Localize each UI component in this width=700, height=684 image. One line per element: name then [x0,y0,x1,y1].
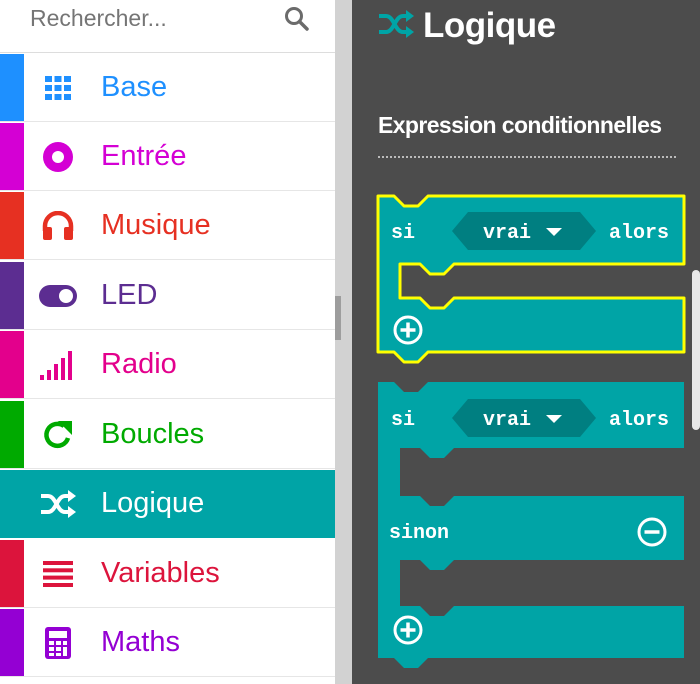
then-keyword: alors [609,222,669,245]
category-radio[interactable]: Radio [0,331,335,399]
category-variables[interactable]: Variables [0,540,335,608]
category-color-bar [0,609,24,676]
search-input[interactable] [30,4,270,32]
if-keyword: si [391,222,415,245]
category-label: Boucles [101,418,205,450]
category-label: Entrée [101,140,187,172]
category-color-bar [0,192,24,259]
category-base[interactable]: Base [0,54,335,122]
shuffle-icon [38,487,78,521]
if-keyword: si [391,409,415,432]
category-color-bar [0,123,24,190]
if-then-block[interactable]: si vrai alors [376,194,686,364]
search-box [0,0,335,53]
toolbox-sidebar: Base Entrée Musique LED [0,0,335,684]
toggle-icon [38,279,78,313]
grid-icon [38,71,78,105]
category-label: Variables [101,557,220,589]
category-label: LED [101,279,158,311]
category-label: Maths [101,626,180,658]
else-keyword: sinon [389,522,449,545]
category-musique[interactable]: Musique [0,192,335,260]
category-led[interactable]: LED [0,262,335,330]
category-label: Logique [101,487,205,519]
category-color-bar [0,262,24,329]
category-maths[interactable]: Maths [0,609,335,677]
list-icon [38,557,78,591]
category-label: Musique [101,209,211,241]
search-icon[interactable] [282,4,312,34]
if-then-else-block[interactable]: si vrai alors sinon [378,382,684,668]
radio-button-icon [38,140,78,174]
category-logique[interactable]: Logique [0,470,335,538]
category-color-bar [0,470,24,537]
boolean-dropdown[interactable]: vrai [452,212,596,250]
boolean-dropdown[interactable]: vrai [452,399,596,437]
category-color-bar [0,540,24,607]
headphones-icon [38,209,78,243]
category-color-bar [0,331,24,398]
category-color-bar [0,401,24,468]
scrollbar-thumb[interactable] [335,296,341,340]
category-color-bar [0,54,24,121]
refresh-icon [38,418,78,452]
sidebar-scrollbar[interactable] [335,0,353,684]
then-keyword: alors [609,409,669,432]
dropdown-value: vrai [483,222,531,245]
calculator-icon [38,626,78,660]
signal-bars-icon [38,348,78,382]
category-entree[interactable]: Entrée [0,123,335,191]
category-boucles[interactable]: Boucles [0,401,335,469]
category-label: Base [101,71,168,103]
category-label: Radio [101,348,177,380]
dropdown-value: vrai [483,409,531,432]
